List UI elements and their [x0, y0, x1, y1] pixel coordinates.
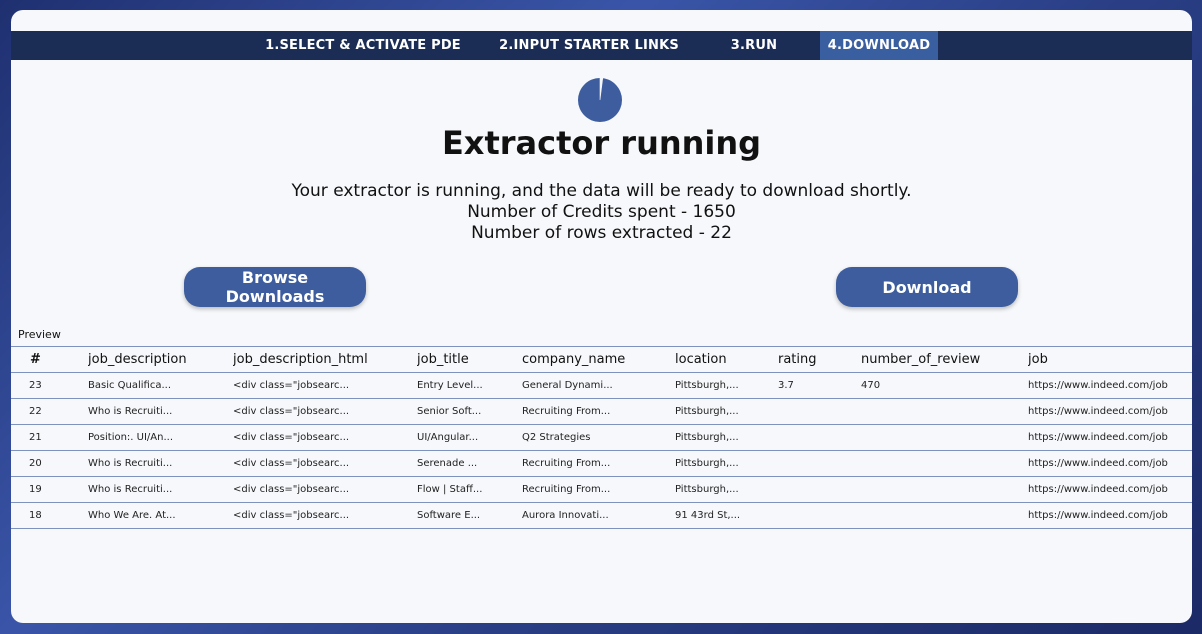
table-cell: [861, 502, 1028, 529]
table-cell: Recruiting From...: [522, 398, 675, 425]
table-cell: Serenade ...: [417, 450, 522, 477]
table-row[interactable]: 19 Who is Recruiti... <div class="jobsearc…: [11, 476, 1192, 503]
table-cell: Q2 Strategies: [522, 424, 675, 451]
table-cell: UI/Angular...: [417, 424, 522, 451]
table-cell: Entry Level...: [417, 372, 522, 399]
table-cell: <div class="jobsearc...: [233, 502, 417, 529]
table-cell: Who is Recruiti...: [88, 476, 233, 503]
table-cell: Pittsburgh,...: [675, 450, 778, 477]
table-cell: <div class="jobsearc...: [233, 372, 417, 399]
rows-extracted-text: Number of rows extracted - 22: [471, 223, 732, 243]
step-navigation: 1.SELECT & ACTIVATE PDE 2.INPUT STARTER …: [11, 31, 1192, 60]
table-cell: 21: [11, 424, 88, 451]
preview-label: Preview: [18, 328, 61, 341]
column-header: job_description: [88, 346, 233, 373]
table-cell: Recruiting From...: [522, 450, 675, 477]
column-header: location: [675, 346, 778, 373]
table-cell: Recruiting From...: [522, 476, 675, 503]
table-body: 23 Basic Qualifica... <div class="jobsearc…: [11, 372, 1192, 529]
table-cell: [778, 398, 861, 425]
table-cell: 20: [11, 450, 88, 477]
preview-table: # job_description job_description_html job_…: [11, 346, 1192, 529]
table-cell: 470: [861, 372, 1028, 399]
table-cell: Position:. UI/An...: [88, 424, 233, 451]
table-cell: Who is Recruiti...: [88, 450, 233, 477]
table-cell: https://www.indeed.com/job: [1028, 502, 1192, 529]
table-cell: 18: [11, 502, 88, 529]
step-select-activate-pde[interactable]: 1.SELECT & ACTIVATE PDE: [263, 31, 463, 60]
table-cell: General Dynami...: [522, 372, 675, 399]
table-cell: Pittsburgh,...: [675, 398, 778, 425]
table-row[interactable]: 18 Who We Are. At... <div class="jobsearc.…: [11, 502, 1192, 529]
table-cell: <div class="jobsearc...: [233, 476, 417, 503]
table-cell: [861, 450, 1028, 477]
table-cell: 19: [11, 476, 88, 503]
table-cell: <div class="jobsearc...: [233, 424, 417, 451]
credits-spent-text: Number of Credits spent - 1650: [467, 202, 736, 222]
table-cell: [778, 424, 861, 451]
column-header: job: [1028, 346, 1192, 373]
table-cell: [861, 476, 1028, 503]
download-button[interactable]: Download: [836, 267, 1018, 307]
table-cell: Software E...: [417, 502, 522, 529]
table-cell: <div class="jobsearc...: [233, 398, 417, 425]
table-cell: https://www.indeed.com/job: [1028, 424, 1192, 451]
table-row[interactable]: 21 Position:. UI/An... <div class="jobsear…: [11, 424, 1192, 451]
progress-pie-icon: [578, 78, 622, 122]
table-cell: Senior Soft...: [417, 398, 522, 425]
table-row[interactable]: 23 Basic Qualifica... <div class="jobsearc…: [11, 372, 1192, 399]
extractor-panel: 1.SELECT & ACTIVATE PDE 2.INPUT STARTER …: [11, 10, 1192, 623]
table-cell: 23: [11, 372, 88, 399]
status-message: Your extractor is running, and the data …: [291, 181, 912, 201]
table-cell: https://www.indeed.com/job: [1028, 372, 1192, 399]
table-cell: [778, 476, 861, 503]
table-cell: Pittsburgh,...: [675, 476, 778, 503]
table-cell: Basic Qualifica...: [88, 372, 233, 399]
table-cell: https://www.indeed.com/job: [1028, 476, 1192, 503]
table-cell: https://www.indeed.com/job: [1028, 398, 1192, 425]
table-cell: [778, 502, 861, 529]
table-cell: [861, 424, 1028, 451]
table-cell: Who is Recruiti...: [88, 398, 233, 425]
page-title: Extractor running: [441, 124, 762, 162]
browse-downloads-button[interactable]: Browse Downloads: [184, 267, 366, 307]
table-cell: 3.7: [778, 372, 861, 399]
step-input-starter-links[interactable]: 2.INPUT STARTER LINKS: [498, 31, 680, 60]
table-cell: https://www.indeed.com/job: [1028, 450, 1192, 477]
table-cell: Aurora Innovati...: [522, 502, 675, 529]
column-header: job_title: [417, 346, 522, 373]
step-run[interactable]: 3.RUN: [723, 31, 785, 60]
table-cell: [861, 398, 1028, 425]
column-header: number_of_review: [861, 346, 1028, 373]
table-cell: Pittsburgh,...: [675, 372, 778, 399]
table-cell: 91 43rd St,...: [675, 502, 778, 529]
step-download[interactable]: 4.DOWNLOAD: [820, 31, 938, 60]
table-row[interactable]: 22 Who is Recruiti... <div class="jobsearc…: [11, 398, 1192, 425]
table-cell: 22: [11, 398, 88, 425]
column-header: rating: [778, 346, 861, 373]
table-header-row: # job_description job_description_html job_…: [11, 346, 1192, 373]
table-cell: Flow | Staff...: [417, 476, 522, 503]
table-cell: [778, 450, 861, 477]
table-cell: Pittsburgh,...: [675, 424, 778, 451]
column-header: company_name: [522, 346, 675, 373]
table-cell: <div class="jobsearc...: [233, 450, 417, 477]
column-header: job_description_html: [233, 346, 417, 373]
table-cell: Who We Are. At...: [88, 502, 233, 529]
table-row[interactable]: 20 Who is Recruiti... <div class="jobsearc…: [11, 450, 1192, 477]
column-header: #: [11, 346, 88, 373]
